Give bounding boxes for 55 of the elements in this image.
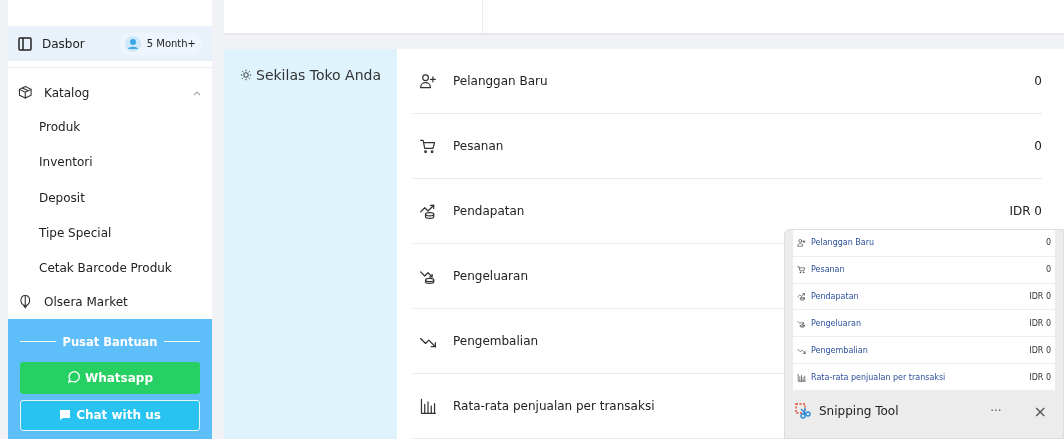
stat-value: IDR 0	[1009, 204, 1042, 218]
box-icon	[18, 84, 34, 101]
user-plus-icon	[419, 72, 437, 90]
avatar-icon	[124, 35, 141, 52]
stat-label: Pelanggan Baru	[453, 74, 548, 88]
preview-value: IDR 0	[1029, 372, 1051, 382]
preview-value: IDR 0	[1029, 292, 1051, 302]
help-title: Pusat Bantuan	[62, 334, 158, 349]
close-button[interactable]: ×	[1027, 400, 1053, 422]
more-button[interactable]: ···	[984, 403, 1008, 419]
stat-label: Pendapatan	[453, 204, 525, 218]
stat-value: 0	[1034, 74, 1042, 88]
expense-icon	[797, 318, 806, 328]
user-plus-icon	[797, 238, 806, 248]
stat-label: Pengeluaran	[453, 269, 528, 283]
stat-value: 0	[1034, 139, 1042, 153]
panel-icon	[18, 36, 32, 51]
preview-label: Pengeluaran	[811, 318, 861, 328]
preview-value: IDR 0	[1029, 345, 1051, 355]
app-title: Snipping Tool	[819, 404, 899, 418]
preview-label: Rata-rata penjualan per transaksi	[811, 372, 946, 382]
sidebar-item-label: Dasbor	[42, 36, 85, 51]
submenu-item[interactable]: Deposit	[8, 180, 212, 216]
stat-label: Pengembalian	[453, 334, 539, 348]
submenu-item[interactable]: Cetak Barcode Produk	[8, 250, 212, 286]
sidebar-item[interactable]: Katalog	[8, 76, 212, 110]
preview-label: Pengembalian	[811, 345, 868, 355]
chat-icon	[59, 409, 72, 422]
income-icon	[419, 202, 437, 220]
stat-label: Rata-rata penjualan per transaksi	[453, 399, 655, 413]
scissors-icon	[795, 403, 811, 419]
overview-title: Sekilas Toko Anda	[256, 67, 381, 83]
preview-label: Pesanan	[811, 265, 845, 275]
bars-icon	[797, 372, 806, 382]
subscription-badge: 5 Month+	[118, 32, 202, 55]
income-icon	[797, 292, 806, 302]
preview-label: Pelanggan Baru	[811, 238, 875, 248]
submenu-item[interactable]: Produk	[8, 109, 212, 145]
sun-icon	[240, 67, 252, 83]
preview-value: IDR 0	[1029, 318, 1051, 328]
stat-label: Pesanan	[453, 139, 504, 153]
preview-value: 0	[1045, 265, 1051, 275]
sidebar-item-label: Katalog	[44, 85, 90, 100]
sidebar-item[interactable]: Dasbor 5 Month+	[8, 26, 212, 62]
bars-icon	[419, 397, 437, 415]
cart-icon	[797, 265, 806, 275]
sidebar-item-label: Olsera Market	[44, 295, 128, 310]
cart-icon	[419, 137, 437, 155]
preview-label: Pendapatan	[811, 292, 859, 302]
submenu-item[interactable]: Tipe Special	[8, 215, 212, 251]
submenu-item[interactable]: Inventori	[8, 144, 212, 180]
sidebar-item[interactable]: Olsera Market	[8, 285, 212, 319]
screenshot-preview[interactable]: Pelanggan Baru 0 Pesanan 0 Pendapatan IDR 0 Pengeluaran IDR 0 Pengembalian IDR 0 Rata-rata penjualan per transaksi IDR 0	[793, 230, 1055, 391]
whatsapp-icon	[66, 371, 80, 385]
preview-value: 0	[1045, 238, 1051, 248]
